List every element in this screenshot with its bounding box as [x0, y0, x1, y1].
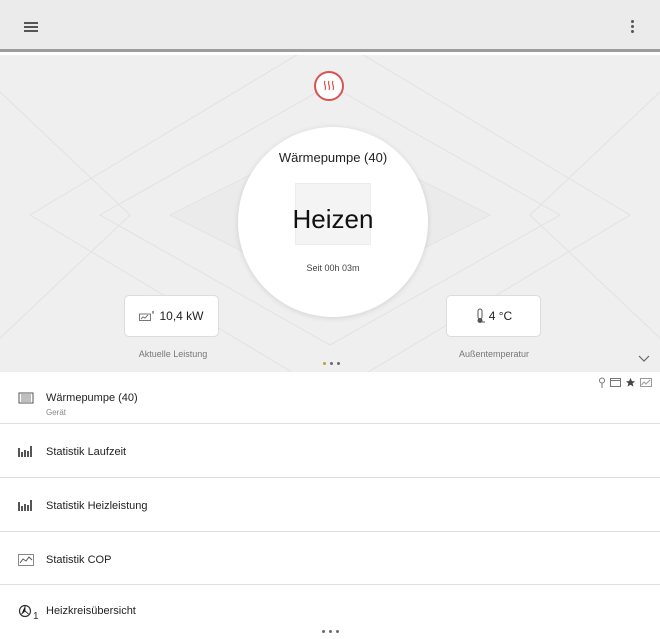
pager-dot[interactable] — [322, 630, 325, 633]
list-item-title: Statistik Heizleistung — [46, 500, 148, 512]
list-item-runtime-statistics[interactable]: Statistik Laufzeit — [0, 424, 660, 478]
device-icon — [18, 392, 34, 404]
svg-text:1: 1 — [33, 611, 39, 620]
list-item-heating-circuit-overview[interactable]: 1 Heizkreisübersicht — [0, 585, 660, 639]
list-item-cop-statistics[interactable]: Statistik COP — [0, 532, 660, 585]
list-pager[interactable] — [322, 630, 339, 633]
app-bar — [0, 0, 660, 52]
pager-dot[interactable] — [336, 630, 339, 633]
list-item-title: Wärmepumpe (40) — [46, 392, 138, 404]
more-vert-icon[interactable] — [628, 20, 636, 38]
temperature-label: Außentemperatur — [458, 349, 530, 359]
pager-dot[interactable] — [323, 362, 326, 365]
power-tile[interactable]: 10,4 kW — [124, 295, 219, 337]
status-circle[interactable]: Wärmepumpe (40) Heizen Seit 00h 03m — [238, 127, 428, 317]
list-item-subtitle: Gerät — [46, 408, 67, 417]
list-item-title: Statistik Laufzeit — [46, 446, 127, 458]
device-name: Wärmepumpe (40) — [278, 150, 388, 165]
operating-state: Heizen — [292, 204, 374, 234]
list-item-title: Heizkreisübersicht — [46, 605, 136, 617]
list-item-title: Statistik COP — [46, 554, 112, 566]
list-item-device[interactable]: Wärmepumpe (40) Gerät — [0, 372, 660, 424]
heating-icon — [314, 71, 344, 101]
temperature-value: 4 °C — [488, 309, 513, 323]
bar-chart-icon — [18, 499, 34, 511]
function-list: Wärmepumpe (40) Gerät Statistik Laufzeit… — [0, 372, 660, 639]
power-value: 10,4 kW — [159, 309, 204, 323]
status-hero: Wärmepumpe (40) Heizen Seit 00h 03m 10,4… — [0, 55, 660, 372]
chevron-down-icon[interactable] — [638, 355, 650, 363]
power-label: Aktuelle Leistung — [138, 349, 208, 359]
pager-dot[interactable] — [329, 630, 332, 633]
temperature-tile[interactable]: 4 °C — [446, 295, 541, 337]
thermometer-icon — [477, 308, 485, 323]
hero-pager[interactable] — [323, 362, 340, 365]
power-meter-icon — [139, 311, 155, 321]
list-item-heating-output-statistics[interactable]: Statistik Heizleistung — [0, 478, 660, 532]
state-duration: Seit 00h 03m — [306, 263, 360, 273]
hamburger-icon[interactable] — [24, 22, 38, 34]
pager-dot[interactable] — [337, 362, 340, 365]
bar-chart-icon — [18, 445, 34, 457]
heating-circuit-icon: 1 — [18, 604, 39, 620]
line-chart-icon — [18, 554, 34, 566]
pager-dot[interactable] — [330, 362, 333, 365]
